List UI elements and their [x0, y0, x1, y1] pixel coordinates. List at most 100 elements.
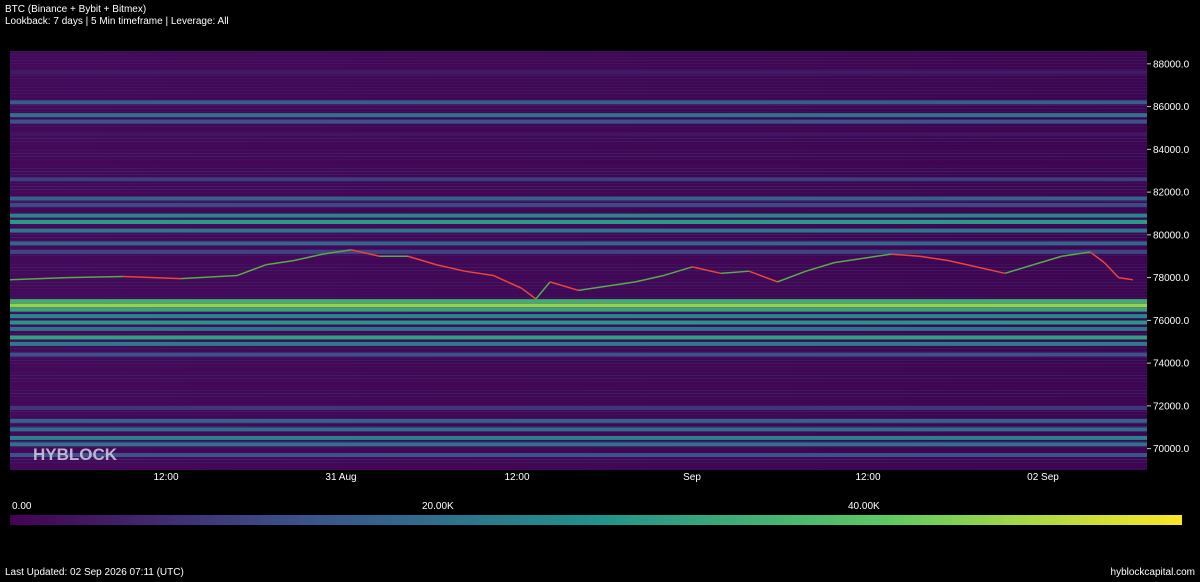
y-tick-label: 82000.0 [1153, 188, 1190, 199]
heatmap-stripe [10, 432, 1147, 433]
liquidity-band [10, 427, 1147, 432]
colorbar-label-min: 0.00 [12, 501, 32, 512]
site-url: hyblockcapital.com [1110, 567, 1195, 578]
liquidity-band [10, 442, 1147, 447]
colorbar-label-max: 40.00K [848, 501, 880, 512]
y-axis: 88000.0 86000.0 84000.0 82000.0 80000.0 78000… [1147, 51, 1200, 470]
liquidity-band [10, 352, 1147, 357]
heatmap-stripe [10, 291, 1147, 292]
heatmap-stripe [10, 360, 1147, 361]
heatmap-stripe [10, 201, 1147, 202]
liquidity-band [10, 453, 1147, 458]
heatmap-stripe [10, 60, 1147, 61]
heatmap-stripe [10, 459, 1147, 460]
heatmap-stripe [10, 402, 1147, 403]
heatmap-stripe [10, 129, 1147, 130]
y-tick-label: 78000.0 [1153, 273, 1190, 284]
heatmap-stripe [10, 195, 1147, 196]
heatmap-stripe [10, 174, 1147, 175]
liquidity-band [10, 418, 1147, 423]
heatmap-stripe [10, 369, 1147, 370]
y-tick-label: 86000.0 [1153, 102, 1190, 113]
watermark-logo: HYBLOCK [33, 445, 118, 464]
heatmap-stripe [10, 51, 1147, 52]
heatmap-stripe [10, 441, 1147, 442]
heatmap-stripe [10, 168, 1147, 169]
heatmap-stripe [10, 417, 1147, 418]
heatmap-stripe [10, 192, 1147, 193]
heatmap-stripe [10, 75, 1147, 76]
heatmap-stripe [10, 87, 1147, 88]
heatmap-stripe [10, 57, 1147, 58]
heatmap-stripe [10, 399, 1147, 400]
heatmap-stripe [10, 117, 1147, 118]
heatmap-stripe [10, 189, 1147, 190]
heatmap-stripe [10, 99, 1147, 100]
heatmap-stripe [10, 165, 1147, 166]
heatmap-stripe [10, 234, 1147, 235]
y-tick-label: 84000.0 [1153, 145, 1190, 156]
heatmap-stripe [10, 381, 1147, 382]
y-tick-label: 74000.0 [1153, 359, 1190, 370]
heatmap-stripe [10, 78, 1147, 79]
liquidity-band [10, 119, 1147, 124]
heatmap-stripe [10, 255, 1147, 256]
heatmap-stripe [10, 279, 1147, 280]
heatmap-stripe [10, 156, 1147, 157]
heatmap-stripe [10, 111, 1147, 112]
plot-area [10, 51, 1147, 470]
heatmap-stripe [10, 288, 1147, 289]
heatmap-stripe [10, 378, 1147, 379]
heatmap-stripe [10, 450, 1147, 451]
heatmap-stripe [10, 387, 1147, 388]
heatmap-stripe [10, 426, 1147, 427]
price-segment [66, 275, 124, 279]
heatmap-stripe [10, 468, 1147, 469]
liquidity-band [10, 70, 1147, 75]
liquidity-band [10, 320, 1147, 325]
heatmap-stripe [10, 258, 1147, 259]
liquidity-band [10, 177, 1147, 182]
liquidity-band [10, 241, 1147, 246]
heatmap-stripe [10, 219, 1147, 220]
x-tick-label: 02 Sep [1027, 472, 1059, 483]
heatmap-stripe [10, 384, 1147, 385]
liquidity-band [10, 220, 1147, 225]
x-tick-label: Sep [683, 472, 701, 483]
heatmap-stripe [10, 237, 1147, 238]
heatmap-stripe [10, 96, 1147, 97]
heatmap-stripe [10, 312, 1147, 313]
x-axis: 12:00 31 Aug 12:00 Sep 12:00 02 Sep [153, 472, 1059, 483]
heatmap-stripe [10, 225, 1147, 226]
heatmap-stripe [10, 81, 1147, 82]
heatmap-stripe [10, 159, 1147, 160]
colorbar-label-mid: 20.00K [422, 501, 454, 512]
y-tick-label: 88000.0 [1153, 59, 1190, 70]
heatmap-stripe [10, 162, 1147, 163]
heatmap-stripe [10, 333, 1147, 334]
liquidity-band [10, 435, 1147, 440]
x-tick-label: 12:00 [153, 472, 178, 483]
x-tick-label: 12:00 [504, 472, 529, 483]
heatmap-stripe [10, 141, 1147, 142]
heatmap-stripe [10, 294, 1147, 295]
heatmap-stripe [10, 396, 1147, 397]
heatmap-stripe [10, 261, 1147, 262]
heatmap-stripe [10, 351, 1147, 352]
heatmap-stripe [10, 108, 1147, 109]
heatmap-stripe [10, 210, 1147, 211]
heatmap-stripe [10, 63, 1147, 64]
heatmap-stripe [10, 348, 1147, 349]
heatmap-stripe [10, 264, 1147, 265]
heatmap-stripe [10, 144, 1147, 145]
liquidity-band [10, 228, 1147, 233]
liquidity-band [10, 314, 1147, 319]
heatmap-stripe [10, 390, 1147, 391]
heatmap-stripe [10, 153, 1147, 154]
y-tick-label: 70000.0 [1153, 444, 1190, 455]
heatmap-stripe [10, 357, 1147, 358]
heatmap-stripe [10, 171, 1147, 172]
heatmap-stripe [10, 447, 1147, 448]
heatmap-stripe [10, 90, 1147, 91]
heatmap-stripe [10, 414, 1147, 415]
